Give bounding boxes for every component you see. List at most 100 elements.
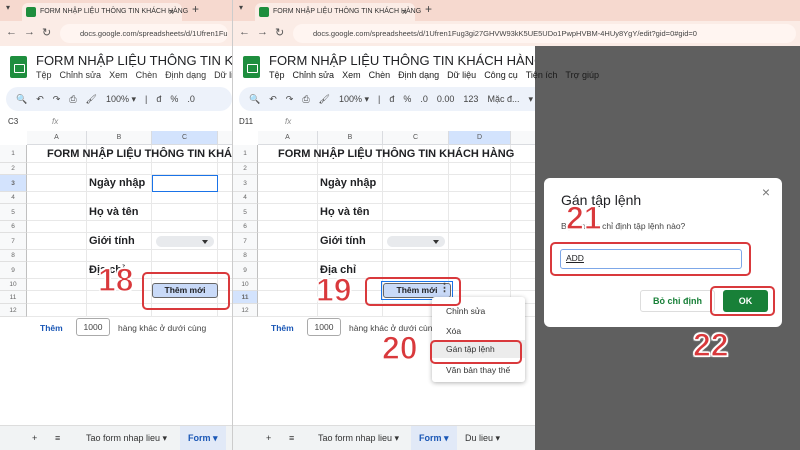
- close-icon[interactable]: ×: [762, 184, 770, 200]
- row-header[interactable]: 12: [233, 304, 258, 317]
- menu-file[interactable]: Tệp: [36, 70, 52, 80]
- doc-title[interactable]: FORM NHẬP LIỆU THÔNG TIN KHÁCH HÀNG: [36, 53, 232, 68]
- row-header[interactable]: 11: [0, 291, 27, 304]
- font-dropdown-icon[interactable]: ▾: [528, 94, 533, 104]
- menu-help[interactable]: Trợ giúp: [565, 70, 599, 80]
- menu-insert[interactable]: Chèn: [136, 70, 158, 80]
- menu-item-alt-text[interactable]: Văn bản thay thế: [446, 365, 510, 375]
- unassign-button[interactable]: Bỏ chỉ định: [640, 290, 715, 312]
- name-box[interactable]: C3: [8, 114, 18, 130]
- menu-format[interactable]: Định dạng: [165, 70, 206, 80]
- decrease-decimal-button[interactable]: .0: [187, 94, 195, 104]
- percent-button[interactable]: %: [170, 94, 178, 104]
- search-icon[interactable]: 🔍: [16, 94, 27, 104]
- row-header[interactable]: 9: [233, 262, 258, 279]
- add-rows-count[interactable]: 1000: [307, 318, 341, 336]
- row-header[interactable]: 4: [233, 192, 258, 204]
- back-icon[interactable]: ←: [6, 26, 17, 38]
- row-header[interactable]: 4: [0, 192, 27, 204]
- menu-format[interactable]: Định dạng: [398, 70, 439, 80]
- add-sheet-button[interactable]: +: [266, 426, 271, 450]
- add-rows-count[interactable]: 1000: [76, 318, 110, 336]
- decrease-decimal-button[interactable]: .0: [420, 94, 428, 104]
- menu-item-delete[interactable]: Xóa: [446, 326, 461, 336]
- browser-tab[interactable]: FORM NHẬP LIỆU THÔNG TIN KHÁCH HÀNG ×: [22, 3, 188, 21]
- menu-file[interactable]: Tệp: [269, 70, 285, 80]
- column-header[interactable]: D: [449, 131, 511, 145]
- new-tab-button[interactable]: +: [425, 2, 432, 16]
- name-box[interactable]: D11: [239, 114, 253, 130]
- search-icon[interactable]: 🔍: [249, 94, 260, 104]
- new-tab-button[interactable]: +: [192, 2, 199, 16]
- menu-item-edit[interactable]: Chỉnh sửa: [446, 306, 485, 316]
- row-header[interactable]: 3: [0, 175, 27, 192]
- menu-edit[interactable]: Chỉnh sửa: [293, 70, 335, 80]
- add-sheet-button[interactable]: +: [32, 426, 37, 450]
- menu-tools[interactable]: Công cụ: [484, 70, 518, 80]
- paint-format-icon[interactable]: 🖌: [86, 94, 97, 104]
- row-header[interactable]: 9: [0, 262, 27, 279]
- browser-tab[interactable]: FORM NHẬP LIỆU THÔNG TIN KHÁCH HÀNG ×: [255, 3, 421, 21]
- url-field[interactable]: docs.google.com/spreadsheets/d/1Ufren1Fu…: [293, 24, 796, 43]
- reload-icon[interactable]: ↻: [42, 26, 51, 39]
- percent-button[interactable]: %: [403, 94, 411, 104]
- row-header[interactable]: 8: [0, 250, 27, 262]
- sheet-tab-form[interactable]: Form ▾: [180, 426, 226, 450]
- tab-list-icon[interactable]: ▾: [6, 3, 10, 12]
- add-rows-button[interactable]: Thêm: [40, 323, 63, 333]
- column-header[interactable]: A: [258, 131, 318, 145]
- sheet-tab-form[interactable]: Form ▾: [411, 426, 457, 450]
- selected-cell[interactable]: [152, 175, 218, 192]
- sheet-tab-tao-form[interactable]: Tao form nhap lieu ▾: [86, 426, 167, 450]
- zoom-select[interactable]: 100% ▾: [339, 94, 369, 104]
- row-header[interactable]: 6: [0, 221, 27, 233]
- currency-button[interactable]: đ: [389, 94, 394, 104]
- column-header[interactable]: A: [27, 131, 87, 145]
- all-sheets-button[interactable]: ≡: [289, 426, 294, 450]
- more-formats-button[interactable]: 123: [463, 94, 478, 104]
- forward-icon[interactable]: →: [257, 26, 268, 38]
- sheet-tab-tao-form[interactable]: Tao form nhap lieu ▾: [318, 426, 399, 450]
- row-header[interactable]: 10: [0, 279, 27, 291]
- sheet-tab-du-lieu[interactable]: Du lieu ▾: [465, 426, 500, 450]
- row-header[interactable]: 7: [0, 233, 27, 250]
- menu-data[interactable]: Dữ liệu: [214, 70, 232, 80]
- menu-view[interactable]: Xem: [109, 70, 128, 80]
- menu-extensions[interactable]: Tiện ích: [526, 70, 558, 80]
- tab-list-icon[interactable]: ▾: [239, 3, 243, 12]
- currency-button[interactable]: đ: [156, 94, 161, 104]
- row-header[interactable]: 12: [0, 304, 27, 317]
- back-icon[interactable]: ←: [239, 26, 250, 38]
- row-header[interactable]: 3: [233, 175, 258, 192]
- redo-icon[interactable]: ↷: [286, 94, 294, 104]
- row-header[interactable]: 1: [233, 145, 258, 163]
- close-tab-icon[interactable]: ×: [169, 3, 174, 21]
- column-header[interactable]: C: [383, 131, 449, 145]
- menu-edit[interactable]: Chỉnh sửa: [60, 70, 102, 80]
- add-rows-button[interactable]: Thêm: [271, 323, 294, 333]
- row-header[interactable]: 2: [0, 163, 27, 175]
- print-icon[interactable]: ⎙: [69, 94, 76, 104]
- column-header[interactable]: B: [87, 131, 152, 145]
- print-icon[interactable]: ⎙: [302, 94, 309, 104]
- zoom-select[interactable]: 100% ▾: [106, 94, 136, 104]
- redo-icon[interactable]: ↷: [53, 94, 61, 104]
- url-field[interactable]: docs.google.com/spreadsheets/d/1Ufren1Fu: [60, 24, 228, 43]
- paint-format-icon[interactable]: 🖌: [319, 94, 330, 104]
- forward-icon[interactable]: →: [24, 26, 35, 38]
- gender-dropdown[interactable]: [156, 236, 214, 247]
- reload-icon[interactable]: ↻: [275, 26, 284, 39]
- menu-insert[interactable]: Chèn: [369, 70, 391, 80]
- row-header[interactable]: 8: [233, 250, 258, 262]
- row-header[interactable]: 1: [0, 145, 27, 163]
- row-header[interactable]: 2: [233, 163, 258, 175]
- undo-icon[interactable]: ↶: [36, 94, 44, 104]
- row-header[interactable]: 5: [233, 204, 258, 221]
- row-header[interactable]: 6: [233, 221, 258, 233]
- menu-data[interactable]: Dữ liệu: [447, 70, 476, 80]
- row-header[interactable]: 10: [233, 279, 258, 291]
- undo-icon[interactable]: ↶: [269, 94, 277, 104]
- all-sheets-button[interactable]: ≡: [55, 426, 60, 450]
- menu-view[interactable]: Xem: [342, 70, 361, 80]
- column-header[interactable]: C: [152, 131, 218, 145]
